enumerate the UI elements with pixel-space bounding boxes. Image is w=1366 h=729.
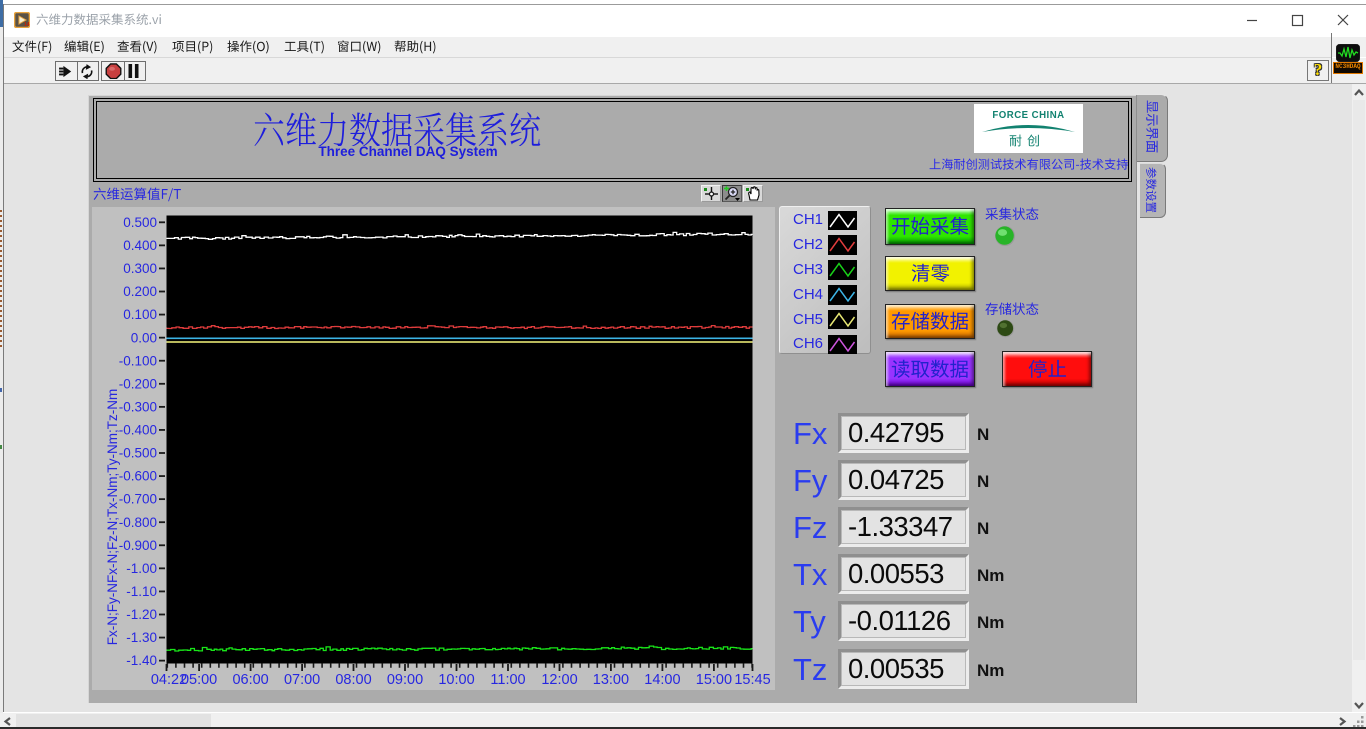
svg-text:-1.00: -1.00: [126, 561, 157, 576]
svg-text:11:00: 11:00: [490, 672, 525, 688]
svg-text:0.400: 0.400: [123, 238, 157, 253]
svg-text:0.500: 0.500: [123, 215, 157, 230]
svg-text:15:45: 15:45: [734, 672, 770, 688]
svg-text:08:00: 08:00: [335, 672, 371, 688]
svg-text:10:00: 10:00: [438, 672, 474, 688]
svg-text:-0.700: -0.700: [119, 492, 157, 507]
svg-text:-0.500: -0.500: [119, 446, 157, 461]
svg-text:-0.300: -0.300: [119, 399, 157, 414]
svg-text:15:00: 15:00: [696, 672, 732, 688]
svg-text:06:00: 06:00: [232, 672, 268, 688]
svg-text:-1.40: -1.40: [126, 653, 157, 668]
svg-text:-0.100: -0.100: [119, 353, 157, 368]
svg-text:-1.10: -1.10: [126, 584, 157, 599]
svg-text:14:00: 14:00: [644, 672, 680, 688]
svg-text:0.300: 0.300: [123, 261, 157, 276]
svg-text:-0.900: -0.900: [119, 538, 157, 553]
svg-text:-0.600: -0.600: [119, 469, 157, 484]
svg-text:Fx-N;Fy-NFx-N;Fz-N;Tx-Nm;Ty-Nm: Fx-N;Fy-NFx-N;Fz-N;Tx-Nm;Ty-Nm;Tz-Nm: [105, 389, 120, 645]
svg-text:0.00: 0.00: [131, 330, 157, 345]
svg-text:13:00: 13:00: [593, 672, 629, 688]
svg-text:-0.800: -0.800: [119, 515, 157, 530]
svg-text:09:00: 09:00: [387, 672, 423, 688]
svg-text:-0.200: -0.200: [119, 376, 157, 391]
svg-text:0.200: 0.200: [123, 284, 157, 299]
svg-text:-0.400: -0.400: [119, 423, 157, 438]
svg-text:14: 14: [24, 22, 30, 28]
svg-text:12:00: 12:00: [541, 672, 577, 688]
svg-text:-1.30: -1.30: [126, 630, 157, 645]
svg-text:07:00: 07:00: [284, 672, 320, 688]
svg-text:-1.20: -1.20: [126, 607, 157, 622]
svg-text:0.100: 0.100: [123, 307, 157, 322]
svg-text:05:00: 05:00: [181, 672, 217, 688]
